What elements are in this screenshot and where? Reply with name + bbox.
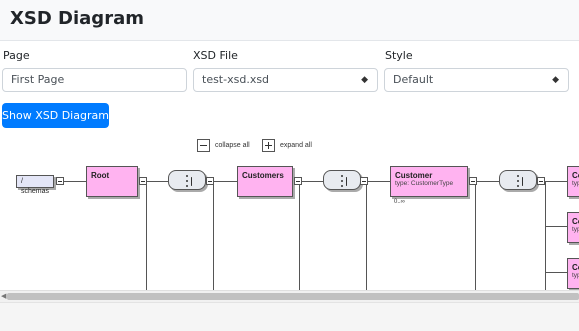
collapse-toggle-icon[interactable] [537,177,545,185]
app-header: XSD Diagram [0,0,579,41]
show-xsd-diagram-button[interactable]: Show XSD Diagram [2,103,109,128]
collapse-toggle-icon[interactable] [360,177,368,185]
element-name: Root [91,171,110,180]
element-type: typ [572,272,579,279]
connector-line [299,181,323,182]
collapse-all-control[interactable]: collapse all [197,138,250,153]
connector-line [366,185,367,290]
element-node-root[interactable]: Root [86,166,138,197]
connector-line [213,185,214,290]
page-input[interactable] [2,68,187,92]
expand-all-label: expand all [280,142,312,149]
page-label: Page [3,49,30,62]
collapse-toggle-icon[interactable] [294,177,302,185]
horizontal-scrollbar[interactable]: ◀ [0,290,579,302]
page-input-value[interactable] [11,69,169,91]
sequence-compositor-icon[interactable] [323,170,361,190]
collapse-toggle-icon[interactable] [139,177,147,185]
style-select[interactable]: Default ◆ [384,68,569,92]
plus-square-icon [262,139,275,152]
element-type: type: CustomerType [395,180,454,187]
page-title: XSD Diagram [10,8,144,29]
connector-line [545,226,569,227]
chevron-down-icon: ◆ [552,75,559,85]
page-footer [0,302,579,331]
scroll-left-arrow-icon[interactable]: ◀ [1,292,6,300]
connector-line [366,181,390,182]
minus-square-icon [197,139,210,152]
element-node-customers[interactable]: Customers [237,166,293,197]
xsd-file-select[interactable]: test-xsd.xsd ◆ [193,68,378,92]
element-name: Customers [242,171,284,180]
connector-line [213,181,237,182]
element-node-child[interactable]: Co typ [567,166,579,197]
xsd-diagram: / schemas Root Customers Customer type: … [0,158,579,290]
connector-line [545,181,546,290]
occurrence-label: 0..∞ [394,199,405,205]
collapse-toggle-icon[interactable] [469,177,477,185]
connector-line [62,181,86,182]
element-name: Customer [395,171,433,180]
element-node-customer[interactable]: Customer type: CustomerType [390,166,468,197]
element-type: typ [572,226,579,233]
expand-all-control[interactable]: expand all [262,138,312,153]
element-name: Co [572,171,579,180]
scrollbar-thumb[interactable] [7,293,579,300]
connector-line [545,272,569,273]
style-value: Default [393,73,434,86]
style-label: Style [385,49,413,62]
sequence-compositor-icon[interactable] [168,170,206,190]
collapse-toggle-icon[interactable] [56,177,64,185]
schemas-reference-node[interactable]: / schemas [16,175,54,195]
element-name: Co [572,263,579,272]
sequence-compositor-icon[interactable] [499,170,537,190]
element-name: Co [572,217,579,226]
connector-line [545,181,569,182]
chevron-down-icon: ◆ [361,75,368,85]
xsd-file-value: test-xsd.xsd [202,73,270,86]
connector-line [146,181,168,182]
connector-line [146,185,147,290]
element-type: typ [572,180,579,187]
element-node-child[interactable]: Co typ [567,212,579,243]
xsd-file-label: XSD File [193,49,238,62]
connector-line [475,181,499,182]
collapse-all-label: collapse all [215,142,250,149]
element-node-child[interactable]: Co typ [567,258,579,289]
connector-line [475,185,476,290]
connector-line [299,185,300,290]
collapse-toggle-icon[interactable] [206,177,214,185]
